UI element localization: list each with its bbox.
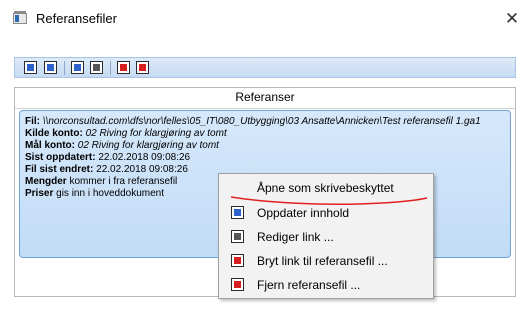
toolbar-separator [64,61,65,75]
file-row: Fil: \\norconsultad.com\dfs\nor\felles\0… [25,116,507,128]
remove-reference-button[interactable] [136,61,149,74]
break-link-icon [231,254,244,267]
prices-value: gis inn i hoveddokument [56,188,164,199]
toolbar [14,57,516,78]
last-updated-label: Sist oppdatert: [25,152,96,163]
menu-item-break-link[interactable]: Bryt link til referansefil ... [219,250,433,272]
add-reference-icon [27,64,34,71]
last-modified-value: 22.02.2018 09:08:26 [96,164,188,175]
import-reference-button[interactable] [44,61,57,74]
menu-item-label: Rediger link ... [257,230,334,244]
prices-label: Priser [25,188,54,199]
last-modified-label: Fil sist endret: [25,164,94,175]
remove-reference-icon [139,64,146,71]
source-account-row: Kilde konto: 02 Riving for klargjøring a… [25,128,507,140]
break-link-button[interactable] [117,61,130,74]
update-content-icon-glyph [234,209,241,216]
target-account-label: Mål konto: [25,140,75,151]
edit-link-icon [231,230,244,243]
red-underline-annotation [230,196,428,205]
edit-link-icon-glyph [234,233,241,240]
window-title: Referansefiler [36,11,117,26]
edit-link-icon [93,64,100,71]
target-account-value: 02 Riving for klargjøring av tomt [77,140,219,151]
last-updated-row: Sist oppdatert: 22.02.2018 09:08:26 [25,152,507,164]
toolbar-separator [110,61,111,75]
panel-header: Referanser [235,90,295,104]
app-window-icon [13,11,27,24]
file-path: \\norconsultad.com\dfs\nor\felles\05_IT\… [42,116,481,127]
source-account-value: 02 Riving for klargjøring av tomt [85,128,227,139]
import-reference-icon [47,64,54,71]
menu-item-label: Fjern referansefil ... [257,278,361,292]
update-content-button[interactable] [71,61,84,74]
menu-item-remove-reference[interactable]: Fjern referansefil ... [219,274,433,296]
remove-reference-icon-glyph [234,281,241,288]
menu-item-label: Åpne som skrivebeskyttet [257,181,394,195]
remove-reference-icon [231,278,244,291]
update-content-icon [74,64,81,71]
edit-link-button[interactable] [90,61,103,74]
menu-item-label: Bryt link til referansefil ... [257,254,388,268]
source-account-label: Kilde konto: [25,128,83,139]
context-menu: Åpne som skrivebeskyttet Oppdater innhol… [218,173,434,299]
header-divider [15,108,515,109]
target-account-row: Mål konto: 02 Riving for klargjøring av … [25,140,507,152]
quantities-value: kommer i fra referansefil [69,176,178,187]
menu-item-edit-link[interactable]: Rediger link ... [219,226,433,248]
menu-item-label: Oppdater innhold [257,206,350,220]
add-reference-button[interactable] [24,61,37,74]
close-button[interactable]: ✕ [499,6,525,32]
quantities-label: Mengder [25,176,67,187]
break-link-icon [120,64,127,71]
last-updated-value: 22.02.2018 09:08:26 [98,152,191,163]
title-bar: Referansefiler ✕ [0,0,531,38]
break-link-icon-glyph [234,257,241,264]
file-label: Fil: [25,116,40,127]
update-content-icon [231,206,244,219]
